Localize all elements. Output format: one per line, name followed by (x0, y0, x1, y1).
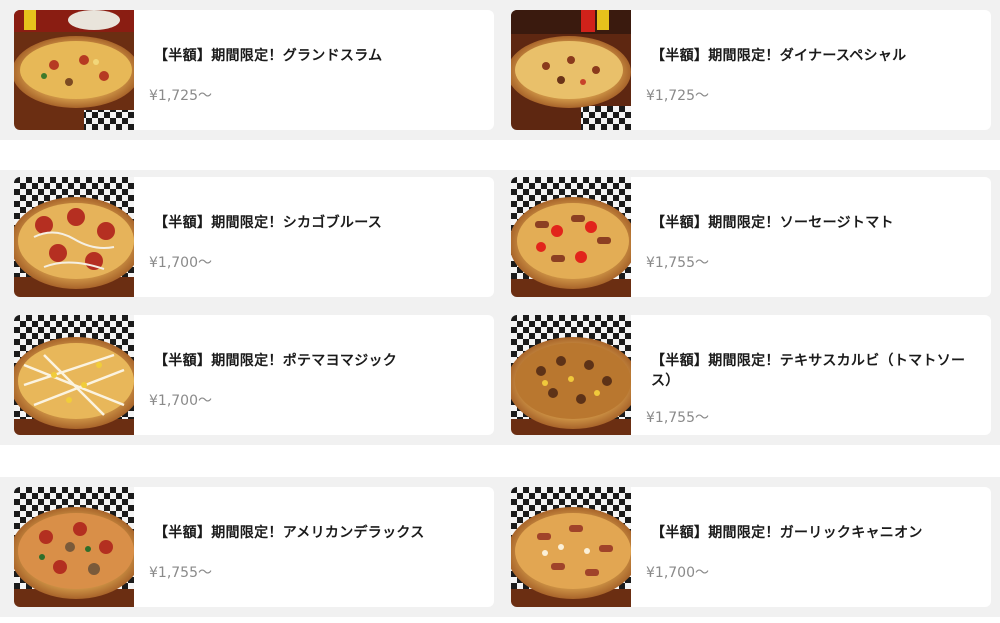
menu-item-name: 【半額】期間限定！テキサスカルビ（トマトソース） (651, 353, 966, 389)
menu-item-card[interactable]: 【半額】期間限定！アメリカンデラックス ¥1,755〜 (14, 487, 494, 607)
menu-item-card[interactable]: 【半額】期間限定！ダイナースペシャル ¥1,725〜 (511, 10, 991, 130)
pizza-chicago-blues-image (14, 177, 134, 297)
menu-item-name: 【半額】期間限定！ガーリックキャニオン (651, 525, 923, 541)
menu-item-name: 【半額】期間限定！ポテマヨマジック (154, 353, 398, 369)
pizza-american-deluxe-image (14, 487, 134, 607)
menu-item-card[interactable]: 【半額】期間限定！ソーセージトマト ¥1,755〜 (511, 177, 991, 297)
menu-item-card[interactable]: 【半額】期間限定！グランドスラム ¥1,725〜 (14, 10, 494, 130)
menu-item-name: 【半額】期間限定！ソーセージトマト (651, 215, 894, 231)
menu-item-card[interactable]: 【半額】期間限定！ガーリックキャニオン ¥1,700〜 (511, 487, 991, 607)
pizza-potemayo-magic-image (14, 315, 134, 435)
pizza-texas-kalbi-image (511, 315, 631, 435)
menu-item-price: ¥1,700〜 (149, 393, 212, 409)
menu-item-price: ¥1,755〜 (646, 410, 709, 426)
menu-item-price: ¥1,755〜 (149, 565, 212, 581)
menu-item-name: 【半額】期間限定！グランドスラム (154, 48, 383, 64)
menu-item-card[interactable]: 【半額】期間限定！ポテマヨマジック ¥1,700〜 (14, 315, 494, 435)
menu-item-price: ¥1,755〜 (646, 255, 709, 271)
menu-item-price: ¥1,700〜 (646, 565, 709, 581)
menu-item-card[interactable]: 【半額】期間限定！テキサスカルビ（トマトソース） ¥1,755〜 (511, 315, 991, 435)
menu-item-name: 【半額】期間限定！アメリカンデラックス (154, 525, 425, 541)
pizza-garlic-canyon-image (511, 487, 631, 607)
menu-item-name: 【半額】期間限定！シカゴブルース (154, 215, 383, 231)
menu-item-card[interactable]: 【半額】期間限定！シカゴブルース ¥1,700〜 (14, 177, 494, 297)
menu-item-price: ¥1,725〜 (149, 88, 212, 104)
menu-item-name: 【半額】期間限定！ダイナースペシャル (651, 48, 907, 64)
pizza-sausage-tomato-image (511, 177, 631, 297)
menu-item-price: ¥1,725〜 (646, 88, 709, 104)
pizza-diner-special-image (511, 10, 631, 130)
menu-item-price: ¥1,700〜 (149, 255, 212, 271)
pizza-grand-slam-image (14, 10, 134, 130)
